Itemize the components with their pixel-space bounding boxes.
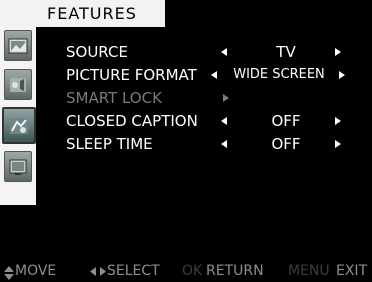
right-arrow-icon[interactable]: [335, 140, 341, 148]
menu-item-value: WIDE SCREEN: [233, 67, 325, 82]
move-hint: MOVE: [15, 263, 57, 279]
exit-hint: EXIT: [336, 263, 368, 279]
menu-item-label: SOURCE: [66, 43, 128, 61]
right-arrow-icon: [223, 94, 229, 102]
title-bar: FEATURES: [0, 0, 165, 27]
menu-item-source[interactable]: SOURCE TV: [66, 42, 356, 62]
menu-item-label: CLOSED CAPTION: [66, 112, 198, 130]
menu-item-sleep-time[interactable]: SLEEP TIME OFF: [66, 134, 356, 154]
left-arrow-icon[interactable]: [211, 71, 217, 79]
menu-item-value: OFF: [271, 112, 301, 130]
picture-icon[interactable]: [4, 30, 32, 61]
sound-icon[interactable]: [4, 69, 32, 100]
menu-item-smart-lock: SMART LOCK: [66, 88, 356, 108]
left-right-arrows-icon: [90, 267, 106, 276]
menu-title: FEATURES: [47, 4, 137, 23]
install-icon[interactable]: [4, 151, 32, 182]
ok-key-label: OK: [182, 263, 203, 279]
left-arrow-icon[interactable]: [221, 48, 227, 56]
menu-item-label: SLEEP TIME: [66, 135, 153, 153]
menu-item-picture-format[interactable]: PICTURE FORMAT WIDE SCREEN: [66, 65, 356, 85]
return-hint: RETURN: [206, 263, 264, 279]
tv-osd-screen: FEATURES SOURCE TV PICTURE FORMAT WIDE S…: [0, 0, 372, 282]
right-arrow-icon[interactable]: [339, 71, 345, 79]
select-hint: SELECT: [107, 263, 160, 279]
menu-item-label: PICTURE FORMAT: [66, 66, 197, 84]
left-arrow-icon[interactable]: [221, 140, 227, 148]
up-down-arrows-icon: [4, 266, 14, 280]
menu-item-value: OFF: [271, 135, 301, 153]
right-arrow-icon[interactable]: [335, 117, 341, 125]
menu-key-label: MENU: [288, 263, 330, 279]
menu-item-value: TV: [276, 43, 296, 61]
menu-icon-sidebar: [0, 27, 36, 205]
right-arrow-icon[interactable]: [335, 48, 341, 56]
features-icon[interactable]: [2, 107, 36, 144]
key-help-bar: MOVE SELECT OK RETURN MENU EXIT: [0, 262, 372, 280]
left-arrow-icon[interactable]: [221, 117, 227, 125]
menu-item-closed-caption[interactable]: CLOSED CAPTION OFF: [66, 111, 356, 131]
menu-item-label: SMART LOCK: [66, 89, 162, 107]
